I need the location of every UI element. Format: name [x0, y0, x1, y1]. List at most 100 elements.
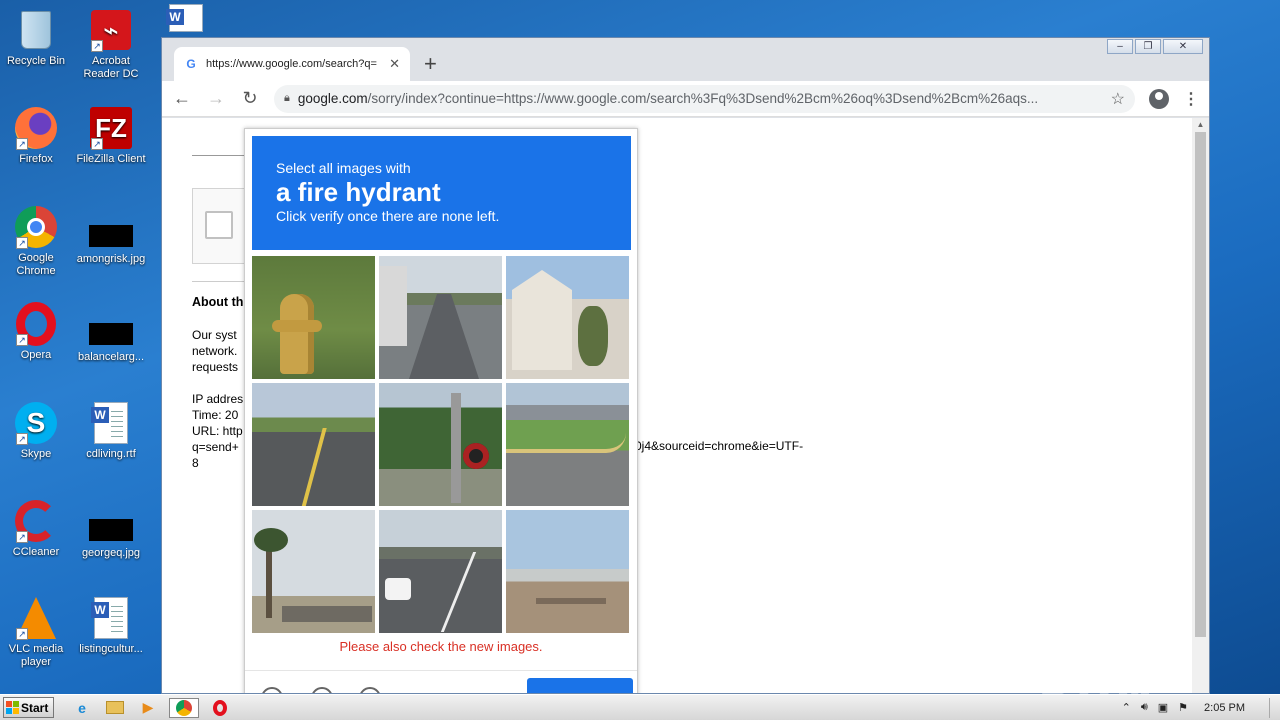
taskbar-chrome-button[interactable]	[169, 697, 199, 718]
image-file-icon	[89, 222, 133, 250]
desktop-icon-recycle-bin[interactable]: Recycle Bin	[1, 8, 71, 68]
image-tile-7[interactable]	[252, 510, 375, 633]
desktop-icon-chrome[interactable]: ↗ Google Chrome	[1, 205, 71, 278]
audio-challenge-icon[interactable]	[311, 687, 333, 693]
desktop-icon-skype[interactable]: S ↗ Skype	[1, 401, 71, 461]
close-window-button[interactable]: ✕	[1163, 39, 1203, 54]
about-heading: About th	[192, 295, 244, 309]
challenge-target: a fire hydrant	[276, 177, 441, 207]
chrome-icon: ↗	[14, 205, 58, 249]
image-tile-9[interactable]	[506, 510, 629, 633]
explorer-folder-icon[interactable]	[103, 698, 127, 718]
show-desktop-button[interactable]	[1269, 697, 1270, 718]
opera-icon: ↗	[14, 302, 58, 346]
window-controls: – ❐ ✕	[1107, 39, 1203, 55]
media-player-icon[interactable]: ▶	[136, 698, 160, 718]
challenge-header: Select all images with a fire hydrant Cl…	[252, 136, 631, 250]
desktop-icon-vlc[interactable]: ↗ VLC media player	[1, 596, 71, 669]
acrobat-icon: ⌁ ↗	[89, 8, 133, 52]
skype-icon: S ↗	[14, 401, 58, 445]
image-tile-4[interactable]	[252, 383, 375, 506]
tab-strip: G https://www.google.com/search?q= ✕ + –…	[162, 38, 1209, 81]
challenge-hint: Click verify once there are none left.	[276, 208, 500, 224]
volume-icon[interactable]: 🔊︎	[1141, 701, 1148, 714]
image-tile-2[interactable]	[379, 256, 502, 379]
reload-icon[interactable]: ↻	[240, 88, 260, 109]
challenge-instruction: Select all images with	[276, 160, 411, 176]
ccleaner-icon: ↗	[14, 499, 58, 543]
new-tab-button[interactable]: +	[424, 51, 437, 77]
image-tile-3[interactable]	[506, 256, 629, 379]
url-tail-text: 0j4&sourceid=chrome&ie=UTF-	[635, 439, 804, 453]
recycle-bin-icon	[14, 8, 58, 52]
bookmark-star-icon[interactable]: ☆	[1111, 89, 1125, 109]
vertical-scrollbar[interactable]: ▲	[1192, 118, 1209, 693]
divider	[192, 281, 252, 282]
url-path: /sorry/index?continue=https://www.google…	[367, 91, 1039, 106]
info-icon[interactable]	[359, 687, 381, 693]
account-icon[interactable]	[1149, 88, 1169, 109]
ip-details: IP addres Time: 20 URL: http q=send+ 8	[192, 392, 244, 470]
tab-google-search[interactable]: G https://www.google.com/search?q= ✕	[174, 47, 410, 81]
word-doc-icon: W	[164, 4, 208, 32]
back-arrow-icon[interactable]: ←	[172, 88, 192, 109]
url-host: google.com	[297, 91, 368, 106]
desktop-icon-balancelarg[interactable]: balancelarg...	[76, 320, 146, 364]
taskbar: Start e ▶ ⌃ 🔊︎ ▣ ⚑ 2:05 PM	[0, 694, 1280, 720]
forward-arrow-icon[interactable]: →	[206, 88, 226, 109]
lock-icon: 🔒︎	[284, 92, 290, 104]
word-doc-icon: W	[89, 401, 133, 445]
divider	[192, 155, 252, 156]
filezilla-icon: FZ ↗	[89, 106, 133, 150]
address-bar[interactable]: 🔒︎ google.com/sorry/index?continue=https…	[274, 84, 1135, 113]
start-button[interactable]: Start	[3, 697, 54, 718]
desktop-icon-word-top[interactable]: W	[158, 4, 214, 35]
challenge-footer	[245, 670, 637, 693]
reload-challenge-icon[interactable]	[261, 687, 283, 693]
firefox-icon: ↗	[14, 106, 58, 150]
image-file-icon	[89, 320, 133, 348]
image-grid	[252, 256, 631, 633]
browser-window: G https://www.google.com/search?q= ✕ + –…	[161, 37, 1210, 694]
restore-button[interactable]: ❐	[1135, 39, 1161, 54]
image-file-icon	[89, 516, 133, 544]
image-tile-6[interactable]	[506, 383, 629, 506]
image-tile-8[interactable]	[379, 510, 502, 633]
show-hidden-icons-icon[interactable]: ⌃	[1122, 701, 1131, 714]
check-new-images-notice: Please also check the new images.	[339, 639, 543, 654]
recaptcha-widget[interactable]	[192, 188, 252, 264]
sorry-text: Our syst network. requests	[192, 328, 239, 374]
opera-icon[interactable]	[208, 698, 232, 718]
image-tile-5[interactable]	[379, 383, 502, 506]
desktop-icon-firefox[interactable]: ↗ Firefox	[1, 106, 71, 166]
tab-close-icon[interactable]: ✕	[389, 56, 400, 72]
browser-toolbar: ← → ↻ 🔒︎ google.com/sorry/index?continue…	[162, 81, 1209, 117]
desktop-icon-cdliving[interactable]: W cdliving.rtf	[76, 401, 146, 461]
desktop-icon-listingcultur[interactable]: W listingcultur...	[76, 596, 146, 656]
desktop-icon-georgeq[interactable]: georgeq.jpg	[76, 516, 146, 560]
verify-button[interactable]	[527, 678, 633, 693]
desktop-icon-amongrisk[interactable]: amongrisk.jpg	[76, 222, 146, 266]
action-center-flag-icon[interactable]: ⚑	[1178, 701, 1188, 714]
clock[interactable]: 2:05 PM	[1204, 702, 1245, 714]
system-tray: ⌃ 🔊︎ ▣ ⚑ 2:05 PM	[1122, 697, 1280, 718]
image-tile-1[interactable]	[252, 256, 375, 379]
tab-title: https://www.google.com/search?q=	[206, 58, 377, 70]
desktop-icon-acrobat[interactable]: ⌁ ↗ Acrobat Reader DC	[76, 8, 146, 81]
scrollbar-thumb[interactable]	[1195, 132, 1206, 637]
internet-explorer-icon[interactable]: e	[70, 698, 94, 718]
network-icon[interactable]: ▣	[1158, 701, 1168, 714]
google-favicon-icon: G	[186, 57, 196, 71]
url-text: google.com/sorry/index?continue=https://…	[298, 91, 1103, 106]
recaptcha-checkbox[interactable]	[205, 211, 233, 239]
desktop-icon-filezilla[interactable]: FZ ↗ FileZilla Client	[76, 106, 146, 166]
word-doc-icon: W	[89, 596, 133, 640]
minimize-button[interactable]: –	[1107, 39, 1133, 54]
menu-kebab-icon[interactable]: ⋮	[1183, 89, 1199, 109]
desktop-icon-opera[interactable]: ↗ Opera	[1, 302, 71, 362]
desktop-icon-ccleaner[interactable]: ↗ CCleaner	[1, 499, 71, 559]
page-content: About th Our syst network. requests IP a…	[162, 118, 1209, 693]
chrome-icon	[176, 699, 192, 716]
scroll-up-arrow-icon[interactable]: ▲	[1192, 118, 1209, 132]
vlc-icon: ↗	[14, 596, 58, 640]
